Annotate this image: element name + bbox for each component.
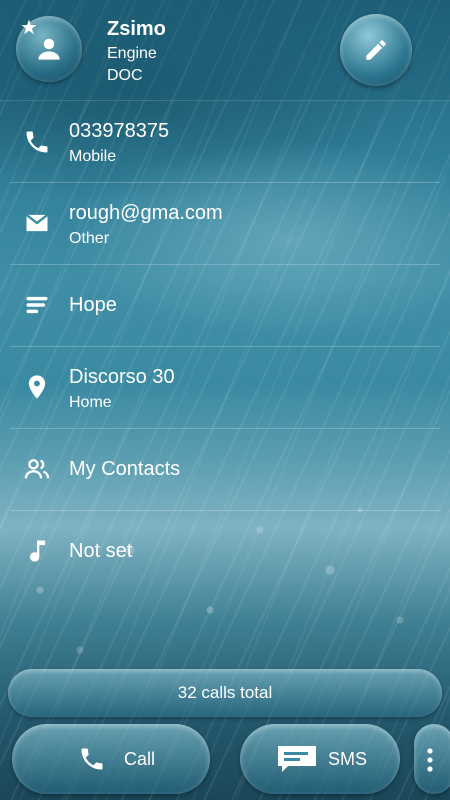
message-icon (278, 746, 316, 772)
call-button[interactable]: Call (12, 724, 210, 794)
calls-total-label: 32 calls total (177, 683, 273, 702)
call-label: Call (124, 749, 156, 769)
music-note-icon (30, 540, 46, 562)
sms-button[interactable]: SMS (240, 724, 400, 794)
group-name: My Contacts (69, 458, 181, 480)
email-icon (25, 213, 49, 232)
phone-icon (26, 131, 48, 153)
ringtone-row[interactable]: Not set (10, 510, 440, 592)
ringtone-value: Not set (69, 540, 133, 562)
contact-name: Zsimo (107, 18, 166, 40)
address-street: Discorso 30 (69, 366, 175, 388)
more-vert-icon (427, 748, 433, 772)
contact-header: ★ Zsimo Engine DOC (0, 0, 450, 101)
phone-number: 033978375 (69, 120, 170, 142)
location-pin-icon (28, 375, 46, 399)
edit-contact-button[interactable] (340, 14, 412, 86)
contact-company: Engine (107, 45, 157, 62)
call-history-button[interactable]: 32 calls total (8, 669, 442, 717)
notes-row[interactable]: Hope (10, 264, 440, 347)
group-icon (24, 459, 50, 479)
phone-row[interactable]: 033978375 Mobile (10, 100, 440, 183)
email-row[interactable]: rough@gma.com Other (10, 182, 440, 265)
phone-icon (81, 748, 103, 770)
group-row[interactable]: My Contacts (10, 428, 440, 511)
address-type: Home (69, 394, 112, 411)
notes-icon (26, 296, 48, 314)
person-icon (38, 38, 60, 60)
contact-title: DOC (107, 67, 143, 84)
favorite-star-icon[interactable]: ★ (20, 18, 38, 38)
note-text: Hope (69, 294, 117, 316)
email-type: Other (69, 230, 110, 247)
more-options-button[interactable] (414, 724, 450, 794)
address-row[interactable]: Discorso 30 Home (10, 346, 440, 429)
sms-label: SMS (328, 749, 368, 769)
phone-type: Mobile (69, 148, 117, 165)
pencil-icon (366, 40, 386, 60)
email-address: rough@gma.com (69, 202, 223, 224)
